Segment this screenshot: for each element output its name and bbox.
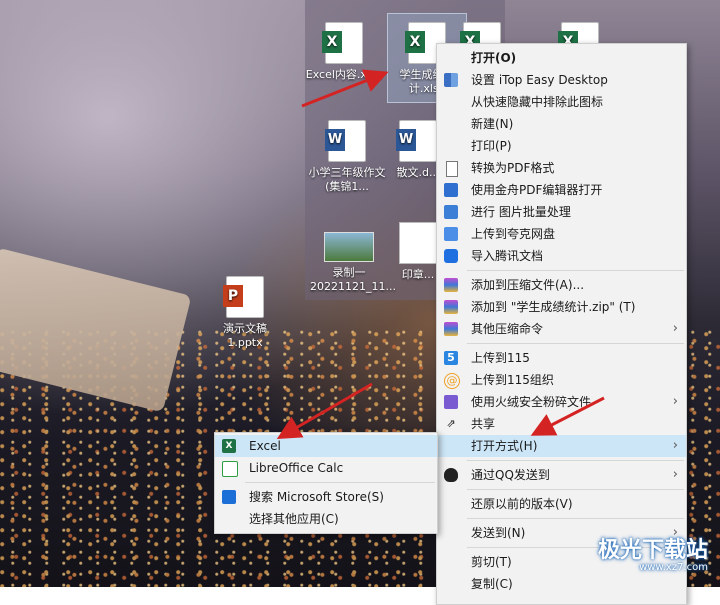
menu-item-share[interactable]: ⇗ 共享 bbox=[437, 413, 686, 435]
icon-label: 演示文稿1.pptx bbox=[223, 322, 267, 349]
icon-label: 录制一 20221121_11... bbox=[310, 266, 396, 293]
archive-icon bbox=[444, 278, 458, 292]
tencent-docs-icon bbox=[444, 249, 458, 263]
menu-item-print[interactable]: 打印(P) bbox=[437, 135, 686, 157]
menu-item-quark-cloud[interactable]: 上传到夸克网盘 bbox=[437, 223, 686, 245]
menu-separator bbox=[467, 489, 684, 490]
excel-file-icon bbox=[322, 22, 363, 64]
desktop-icon-presentation[interactable]: 演示文稿1.pptx bbox=[206, 276, 284, 350]
menu-item-add-zip[interactable]: 添加到 "学生成绩统计.zip" (T) bbox=[437, 296, 686, 318]
desktop-icon-stamp[interactable]: 印章... bbox=[398, 222, 438, 282]
menu-separator bbox=[467, 270, 684, 271]
desktop-icon-essay[interactable]: 小学三年级作文(集锦1... bbox=[308, 120, 386, 194]
video-thumbnail bbox=[324, 232, 374, 262]
115-org-icon: @ bbox=[444, 373, 460, 389]
open-with-libreoffice[interactable]: LibreOffice Calc bbox=[215, 457, 437, 479]
menu-item-huorong-shred[interactable]: 使用火绒安全粉碎文件 › bbox=[437, 391, 686, 413]
store-icon bbox=[222, 490, 236, 504]
qq-icon bbox=[444, 468, 458, 482]
libreoffice-calc-icon bbox=[222, 461, 238, 477]
menu-item-send-qq[interactable]: 通过QQ发送到 › bbox=[437, 464, 686, 486]
word-file-icon bbox=[396, 120, 437, 162]
icon-label: Excel内容.xlsx bbox=[305, 68, 383, 81]
chevron-right-icon: › bbox=[672, 321, 678, 336]
open-with-store[interactable]: 搜索 Microsoft Store(S) bbox=[215, 486, 437, 508]
powerpoint-file-icon bbox=[223, 276, 264, 318]
archive-icon bbox=[444, 300, 458, 314]
menu-separator bbox=[467, 343, 684, 344]
menu-item-jinzhou-pdf[interactable]: 使用金舟PDF编辑器打开 bbox=[437, 179, 686, 201]
pdf-icon bbox=[444, 183, 458, 197]
icon-label: 小学三年级作文(集锦1... bbox=[308, 166, 386, 193]
excel-icon: X bbox=[222, 439, 236, 453]
115-icon: 5 bbox=[444, 351, 458, 365]
menu-item-upload-115[interactable]: 5 上传到115 bbox=[437, 347, 686, 369]
chevron-right-icon: › bbox=[672, 467, 678, 482]
image-icon bbox=[444, 205, 458, 219]
open-with-submenu: X Excel LibreOffice Calc 搜索 Microsoft St… bbox=[214, 432, 438, 534]
icon-label: 印章... bbox=[401, 268, 435, 281]
cloud-icon bbox=[444, 227, 458, 241]
menu-separator bbox=[467, 518, 684, 519]
menu-item-exclude-hide[interactable]: 从快速隐藏中排除此图标 bbox=[437, 91, 686, 113]
menu-item-other-compress[interactable]: 其他压缩命令 › bbox=[437, 318, 686, 340]
file-icon bbox=[399, 222, 437, 264]
word-file-icon bbox=[325, 120, 366, 162]
menu-item-tencent-docs[interactable]: 导入腾讯文档 bbox=[437, 245, 686, 267]
menu-item-copy[interactable]: 复制(C) bbox=[437, 573, 686, 595]
menu-item-batch-image[interactable]: 进行 图片批量处理 bbox=[437, 201, 686, 223]
watermark-logo: 极光下载站 www.xz7.com bbox=[597, 538, 708, 573]
open-with-excel[interactable]: X Excel bbox=[215, 435, 437, 457]
icon-label: 散文.d... bbox=[396, 166, 440, 179]
menu-item-upload-115-org[interactable]: @ 上传到115组织 bbox=[437, 369, 686, 391]
menu-item-open-with[interactable]: 打开方式(H) › bbox=[437, 435, 686, 457]
document-icon bbox=[446, 161, 458, 177]
desktop-icon-recording[interactable]: 录制一 20221121_11... bbox=[310, 222, 396, 294]
menu-item-add-archive[interactable]: 添加到压缩文件(A)... bbox=[437, 274, 686, 296]
chevron-right-icon: › bbox=[672, 394, 678, 409]
menu-item-open[interactable]: 打开(O) bbox=[437, 47, 686, 69]
context-menu: 打开(O) 设置 iTop Easy Desktop 从快速隐藏中排除此图标 新… bbox=[436, 43, 687, 605]
open-with-choose-other[interactable]: 选择其他应用(C) bbox=[215, 508, 437, 530]
share-icon: ⇗ bbox=[446, 417, 456, 430]
desktop-icon-excel-content[interactable]: Excel内容.xlsx bbox=[305, 22, 383, 82]
archive-icon bbox=[444, 322, 458, 336]
menu-item-new[interactable]: 新建(N) bbox=[437, 113, 686, 135]
shred-icon bbox=[444, 395, 458, 409]
menu-separator bbox=[467, 460, 684, 461]
menu-item-restore-versions[interactable]: 还原以前的版本(V) bbox=[437, 493, 686, 515]
chevron-right-icon: › bbox=[672, 438, 678, 453]
menu-item-itop-desktop[interactable]: 设置 iTop Easy Desktop bbox=[437, 69, 686, 91]
menu-separator bbox=[245, 482, 435, 483]
menu-item-convert-pdf[interactable]: 转换为PDF格式 bbox=[437, 157, 686, 179]
grid-icon bbox=[444, 73, 458, 87]
